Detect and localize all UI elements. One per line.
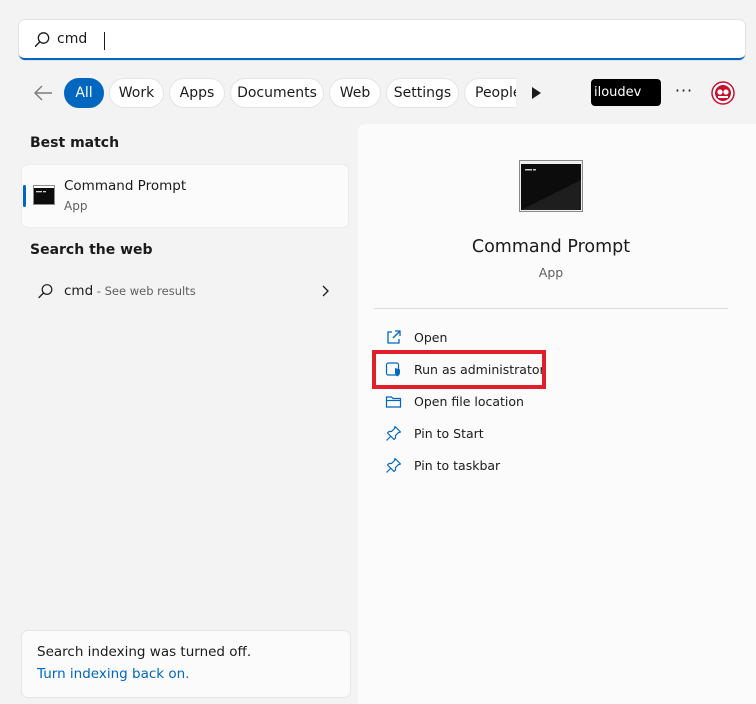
best-match-name: Command Prompt [64, 178, 187, 194]
pin-icon [386, 457, 402, 473]
chevron-right-icon[interactable] [319, 284, 331, 298]
filter-chip-apps[interactable]: Apps [169, 78, 225, 108]
filter-chip-settings[interactable]: Settings [386, 78, 459, 108]
web-result-query: cmd [64, 283, 94, 299]
best-match-result[interactable]: Command Prompt App [22, 165, 348, 227]
divider [374, 308, 728, 309]
action-label: Pin to taskbar [414, 458, 501, 473]
detail-app-name: Command Prompt [471, 237, 631, 257]
search-icon [38, 284, 53, 299]
search-icon [34, 32, 50, 47]
action-label: Open [414, 330, 448, 345]
back-arrow-icon[interactable] [30, 80, 56, 106]
command-prompt-icon [519, 160, 583, 212]
action-open[interactable]: Open [374, 323, 728, 353]
best-match-heading: Best match [30, 135, 120, 151]
folder-icon [385, 396, 402, 408]
web-search-result[interactable]: cmd - See web results [22, 276, 348, 308]
filter-chip-web[interactable]: Web [329, 78, 381, 108]
filter-chip-people[interactable]: People [464, 78, 516, 108]
action-label: Pin to Start [414, 426, 484, 441]
action-pin-to-taskbar[interactable]: Pin to taskbar [374, 451, 728, 481]
scroll-filters-arrow-icon[interactable] [529, 85, 543, 101]
pin-icon [386, 425, 402, 441]
indexing-message: Search indexing was turned off. [37, 644, 252, 660]
filter-chip-documents[interactable]: Documents [230, 78, 324, 108]
action-label: Open file location [414, 394, 524, 409]
filter-chip-all[interactable]: All [64, 78, 104, 108]
detail-panel: Command Prompt App Open Run as administr… [358, 124, 756, 704]
action-label: Run as administrator [414, 362, 545, 377]
action-pin-to-start[interactable]: Pin to Start [374, 419, 728, 449]
indexing-notice: Search indexing was turned off. Turn ind… [22, 631, 350, 697]
web-result-text: cmd - See web results [64, 283, 196, 299]
search-bar[interactable]: cmd [19, 20, 745, 60]
avatar[interactable] [711, 81, 735, 105]
web-result-suffix: - See web results [93, 284, 196, 298]
open-external-icon [387, 330, 401, 344]
shield-icon [385, 362, 400, 377]
turn-indexing-on-link[interactable]: Turn indexing back on. [37, 666, 190, 682]
selection-indicator [23, 185, 26, 207]
search-web-heading: Search the web [30, 242, 153, 258]
account-badge[interactable]: iloudev [591, 79, 661, 106]
text-caret [104, 32, 105, 50]
detail-app-type: App [538, 265, 564, 280]
filter-chip-work[interactable]: Work [109, 78, 164, 108]
command-prompt-icon [33, 185, 55, 205]
search-input[interactable]: cmd [57, 20, 657, 58]
action-open-file-location[interactable]: Open file location [374, 387, 728, 417]
action-run-as-administrator[interactable]: Run as administrator [374, 355, 728, 385]
more-options-icon[interactable]: ··· [672, 82, 696, 104]
best-match-type: App [64, 199, 88, 213]
